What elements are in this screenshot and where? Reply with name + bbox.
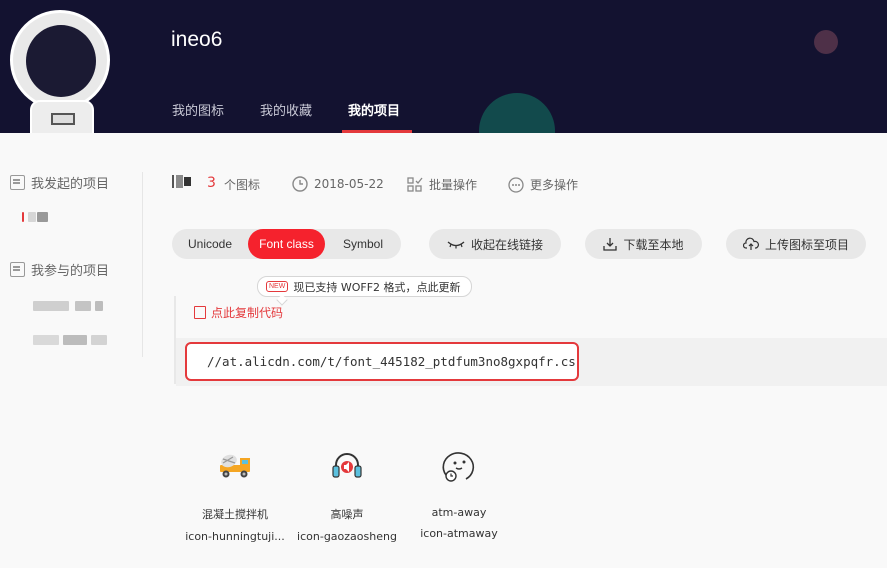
project-item-blur: [37, 212, 48, 222]
tab-my-favorites[interactable]: 我的收藏: [260, 100, 312, 119]
project-thumbnail-icon: [172, 175, 191, 188]
project-list-icon: [10, 175, 25, 190]
collapse-online-link-button[interactable]: 收起在线链接: [429, 229, 561, 259]
concrete-mixer-icon: [180, 446, 290, 486]
icon-class-name: icon-hunningtuji...: [185, 530, 285, 543]
icon-class-name: icon-gaozaosheng: [297, 530, 397, 543]
initiated-project-item[interactable]: [22, 212, 50, 222]
copy-code-link[interactable]: 点此复制代码: [194, 304, 283, 321]
active-tab-indicator: [342, 130, 412, 133]
tab-my-projects-label: 我的项目: [348, 104, 401, 119]
download-icon: [603, 238, 618, 251]
decorative-planet: [814, 30, 838, 54]
high-noise-icon: [292, 446, 402, 486]
atm-away-icon: [404, 446, 514, 486]
tab-unicode[interactable]: Unicode: [172, 229, 248, 259]
project-item-blur: [75, 301, 91, 311]
project-item-blur: [63, 335, 87, 345]
project-date: 2018-05-22: [292, 176, 384, 192]
batch-icon: [407, 176, 423, 192]
copy-icon: [194, 306, 206, 319]
project-item-marker: [22, 212, 24, 222]
project-item-blur: [95, 301, 103, 311]
icon-name: 高噪声: [330, 508, 364, 521]
more-operations-label: 更多操作: [530, 178, 579, 192]
upload-icons-label: 上传图标至项目: [764, 237, 849, 252]
decorative-planet-large: [479, 93, 555, 133]
project-item-blur: [28, 212, 36, 222]
project-date-text: 2018-05-22: [314, 177, 384, 191]
icon-class-name: icon-atmaway: [420, 527, 498, 540]
icon-name: 混凝土搅拌机: [202, 508, 268, 521]
icon-card-atm-away[interactable]: atm-away icon-atmaway: [404, 446, 514, 540]
initiated-projects-title: 我发起的项目: [31, 177, 110, 192]
avatar-visor: [26, 25, 96, 97]
profile-header: ineo6 我的图标 我的收藏 我的项目: [0, 0, 887, 133]
avatar-badge: [51, 113, 75, 125]
avatar[interactable]: [10, 10, 112, 133]
upload-icons-button[interactable]: 上传图标至项目: [726, 229, 866, 259]
tab-font-class[interactable]: Font class: [248, 229, 325, 259]
tab-my-projects[interactable]: 我的项目: [342, 100, 412, 133]
more-operations-button[interactable]: 更多操作: [508, 176, 578, 193]
woff2-update-text: 现已支持 WOFF2 格式，点此更新: [293, 280, 461, 294]
project-item-blur: [33, 301, 69, 311]
project-item-blur: [33, 335, 59, 345]
collapse-online-link-label: 收起在线链接: [470, 237, 543, 252]
icon-name: atm-away: [431, 506, 487, 519]
cloud-upload-icon: [742, 237, 759, 250]
icon-count-unit: 个图标: [224, 176, 260, 193]
tab-symbol[interactable]: Symbol: [325, 229, 401, 259]
icon-card-concrete-mixer[interactable]: 混凝土搅拌机 icon-hunningtuji...: [180, 446, 290, 543]
new-badge: NEW: [266, 281, 289, 292]
initiated-projects-heading: 我发起的项目: [10, 173, 109, 192]
project-list-icon: [10, 262, 25, 277]
project-sidebar: [0, 133, 143, 568]
username: ineo6: [171, 28, 223, 51]
closed-eye-icon: [447, 241, 465, 249]
icon-count-unit-label: 个图标: [224, 178, 261, 192]
download-local-button[interactable]: 下载至本地: [585, 229, 702, 259]
participated-projects-heading: 我参与的项目: [10, 260, 109, 279]
sidebar-divider: [142, 172, 143, 357]
clock-icon: [292, 176, 308, 192]
more-icon: [508, 176, 524, 193]
tab-my-icons[interactable]: 我的图标: [172, 100, 224, 119]
font-css-url[interactable]: //at.alicdn.com/t/font_445182_ptdfum3no8…: [185, 342, 579, 381]
avatar-helmet: [10, 10, 110, 110]
batch-operation-label: 批量操作: [429, 178, 478, 192]
participated-project-item[interactable]: [33, 301, 105, 311]
woff2-update-notice[interactable]: NEW 现已支持 WOFF2 格式，点此更新: [257, 276, 472, 306]
font-format-switch: Unicode Font class Symbol: [172, 229, 401, 259]
icon-card-high-noise[interactable]: 高噪声 icon-gaozaosheng: [292, 446, 402, 543]
project-item-blur: [91, 335, 107, 345]
avatar-body: [30, 100, 94, 133]
participated-project-item[interactable]: [33, 335, 108, 345]
download-local-label: 下载至本地: [623, 237, 684, 252]
batch-operation-button[interactable]: 批量操作: [407, 176, 477, 193]
icon-count: 3: [207, 175, 216, 191]
participated-projects-title: 我参与的项目: [31, 264, 110, 279]
copy-code-label: 点此复制代码: [211, 306, 284, 320]
